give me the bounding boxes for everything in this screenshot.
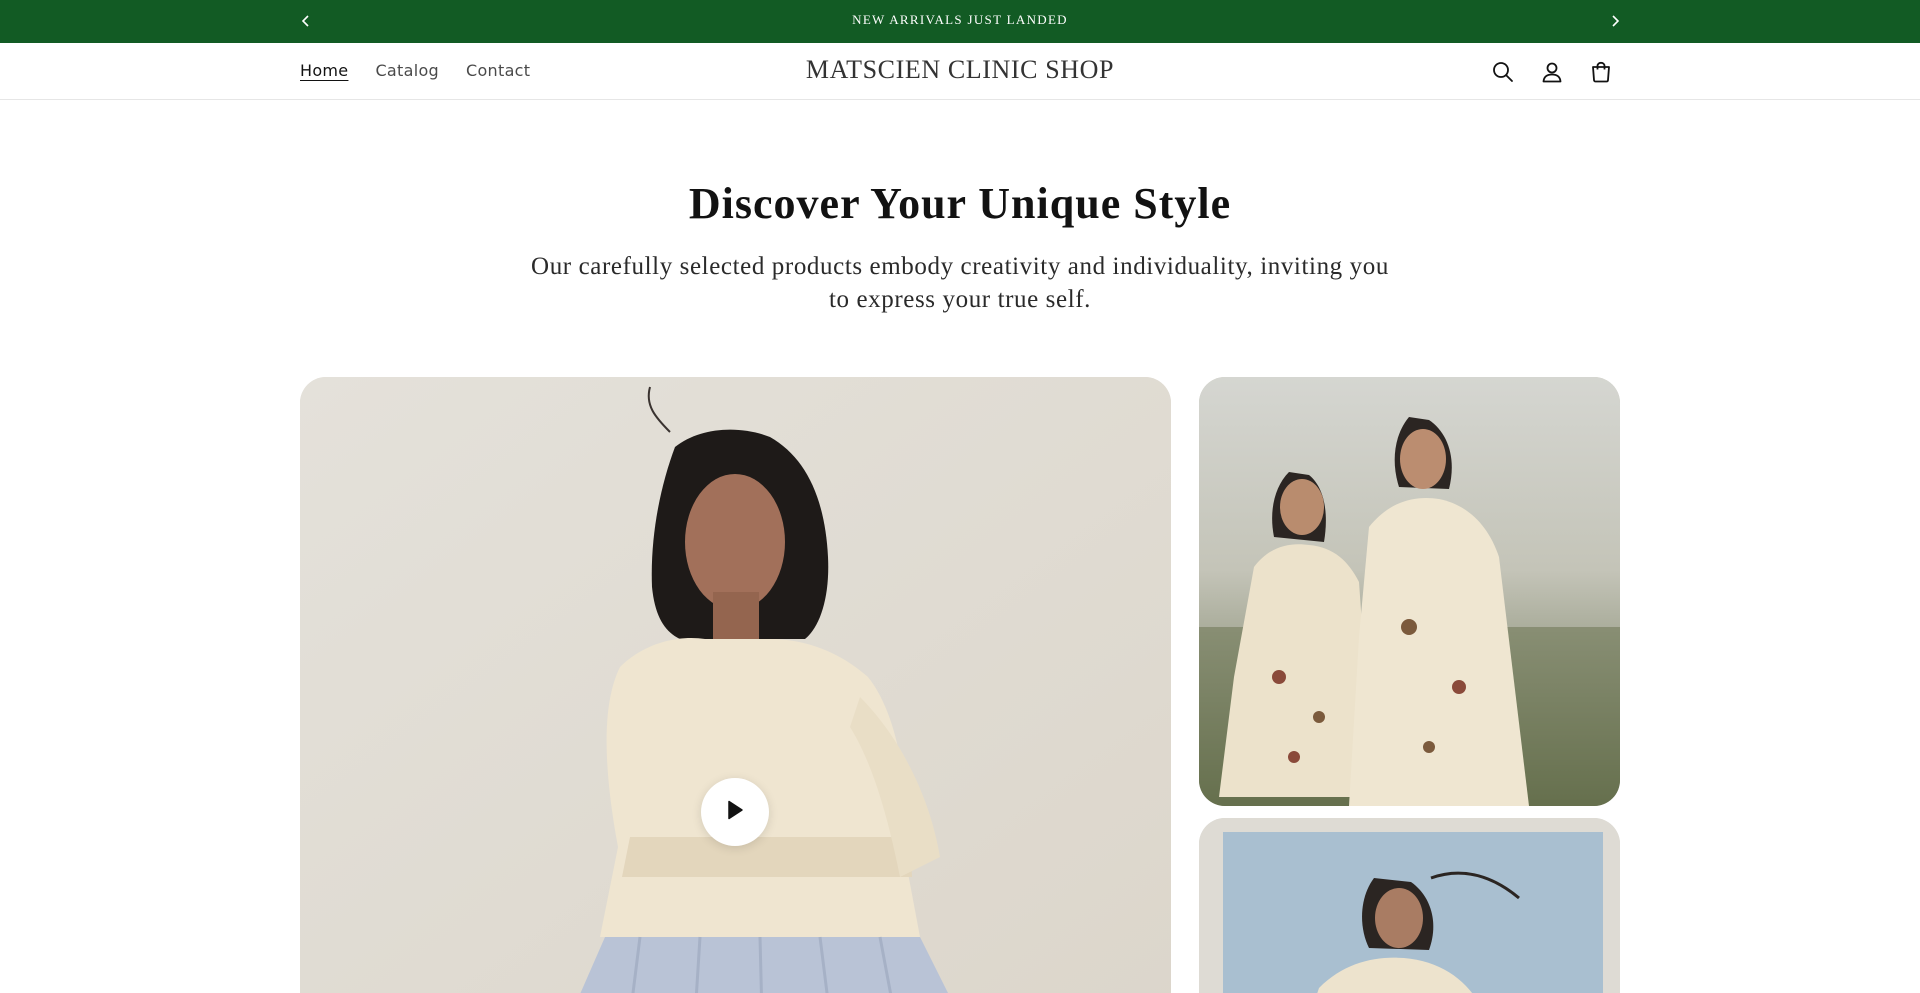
cart-icon[interactable]: [1586, 57, 1615, 86]
account-icon[interactable]: [1537, 57, 1566, 86]
polaroid-model-image: [1199, 818, 1620, 993]
hero-subtitle: Our carefully selected products embody c…: [531, 253, 1389, 313]
site-header: Home Catalog Contact MATSCIEN CLINIC SHO…: [0, 43, 1920, 100]
brand-logo[interactable]: MATSCIEN CLINIC SHOP: [0, 55, 1920, 85]
two-models-image: [1199, 377, 1620, 806]
play-icon: [725, 799, 745, 826]
gallery-image-polaroid[interactable]: [1199, 818, 1620, 993]
header-icons: [1488, 57, 1615, 86]
hero-title: Discover Your Unique Style: [688, 179, 1232, 228]
search-icon[interactable]: [1488, 57, 1517, 86]
featured-video[interactable]: [300, 377, 1171, 993]
play-video-button[interactable]: [701, 778, 769, 846]
announcement-bar: NEW ARRIVALS JUST LANDED: [0, 0, 1920, 43]
chevron-right-icon[interactable]: [1603, 9, 1627, 33]
gallery-image-two-models[interactable]: [1199, 377, 1620, 806]
announcement-text[interactable]: NEW ARRIVALS JUST LANDED: [0, 12, 1920, 28]
model-blouse-image: [300, 377, 1171, 993]
